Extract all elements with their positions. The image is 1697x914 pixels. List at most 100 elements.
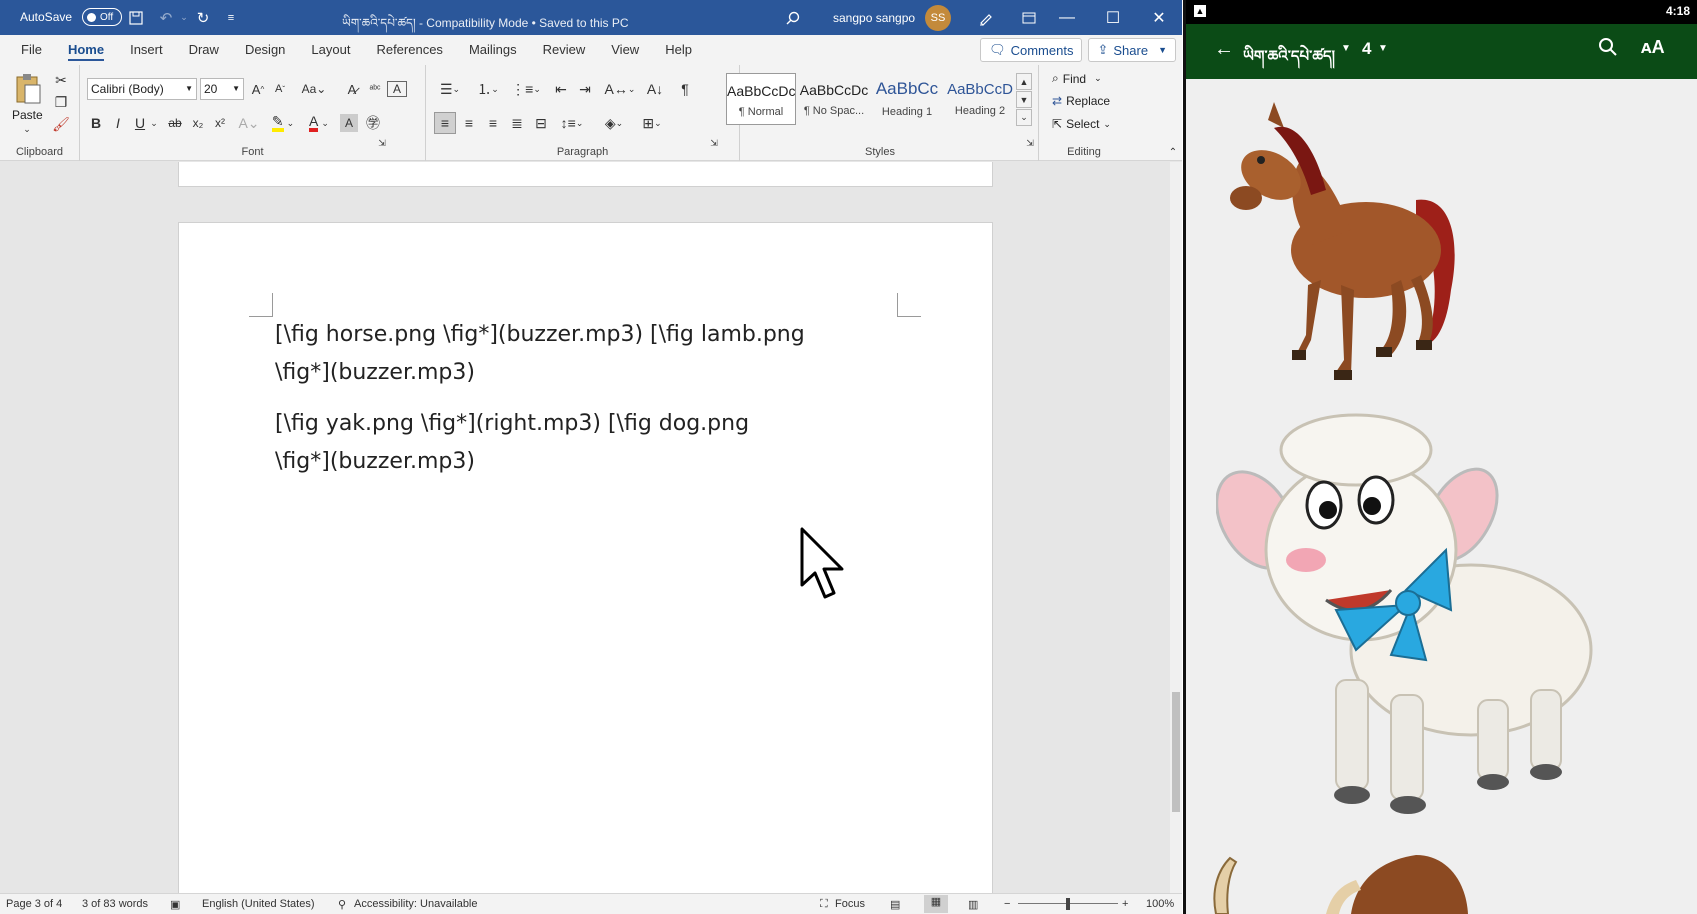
tab-help[interactable]: Help (652, 35, 705, 65)
back-arrow-icon[interactable]: ← (1214, 38, 1234, 61)
ribbon-display-icon[interactable] (1018, 0, 1040, 35)
lamb-picture[interactable] (1216, 410, 1596, 860)
focus-mode[interactable]: Focus (835, 898, 865, 910)
zoom-slider-thumb[interactable] (1066, 898, 1070, 910)
show-formatting-icon[interactable]: ¶ (674, 78, 696, 100)
grow-font-icon[interactable]: A ^ (248, 78, 268, 100)
clear-formatting-icon[interactable]: A̷ (342, 78, 362, 100)
paragraph-1[interactable]: [\fig horse.png \fig*](buzzer.mp3) [\fig… (275, 316, 835, 392)
collapse-ribbon-icon[interactable]: ⌃ (1166, 145, 1180, 159)
shrink-font-icon[interactable]: Aˇ (270, 78, 290, 100)
tab-file[interactable]: File (8, 35, 55, 65)
bold-icon[interactable]: B (86, 112, 106, 134)
tab-design[interactable]: Design (232, 35, 298, 65)
paint-bucket-icon[interactable]: ◈ ⌄ (598, 112, 630, 134)
align-left-icon[interactable]: ≡ (434, 112, 456, 134)
pen-icon[interactable] (975, 0, 997, 35)
character-border-icon[interactable]: A (387, 81, 407, 97)
style-heading-1[interactable]: AaBbCc Heading 1 (872, 73, 942, 125)
justify-icon[interactable]: ≣ (506, 112, 528, 134)
user-name[interactable]: sangpo sangpo (833, 11, 915, 25)
sort-icon[interactable]: A↓ (644, 78, 666, 100)
multilevel-list-icon[interactable]: ⋮≡ ⌄ (510, 78, 542, 100)
search-icon[interactable] (1598, 37, 1618, 60)
styles-down-icon[interactable]: ▼ (1016, 91, 1032, 108)
page-indicator[interactable]: Page 3 of 4 (6, 898, 62, 910)
zoom-in-icon[interactable]: + (1122, 898, 1128, 910)
increase-indent-icon[interactable]: ⇥ (574, 78, 596, 100)
subscript-icon[interactable]: x₂ (188, 112, 208, 134)
text-size-icon[interactable]: ᴀA (1641, 37, 1665, 58)
font-color-icon[interactable]: A ⌄ (304, 112, 334, 134)
paste-dropdown-icon[interactable]: ⌄ (20, 123, 34, 135)
document-page[interactable]: [\fig horse.png \fig*](buzzer.mp3) [\fig… (178, 222, 993, 893)
align-right-icon[interactable]: ≡ (482, 112, 504, 134)
paste-icon[interactable] (10, 71, 46, 107)
avatar[interactable]: SS (925, 5, 951, 31)
scroll-thumb[interactable] (1172, 692, 1180, 812)
web-layout-icon[interactable]: ▥ (968, 898, 978, 911)
bullets-icon[interactable]: ☰ ⌄ (434, 78, 466, 100)
save-icon[interactable] (125, 0, 147, 35)
maximize-icon[interactable]: ☐ (1090, 0, 1136, 35)
close-icon[interactable]: ✕ (1136, 0, 1182, 35)
share-button[interactable]: ⇪ Share ▼ (1088, 38, 1176, 62)
numbering-icon[interactable]: ⒈ ⌄ (472, 78, 504, 100)
print-layout-icon[interactable]: ▦ (924, 895, 948, 913)
language[interactable]: English (United States) (202, 898, 315, 910)
replace-button[interactable]: ⇄ Replace (1052, 94, 1110, 108)
book-title[interactable]: ཡིག་ཆའི་དཔེ་ཚད། (1243, 40, 1335, 82)
tab-view[interactable]: View (598, 35, 652, 65)
tab-insert[interactable]: Insert (117, 35, 176, 65)
styles-up-icon[interactable]: ▲ (1016, 73, 1032, 90)
shading-icon[interactable]: A (340, 114, 358, 132)
word-count[interactable]: 3 of 83 words (82, 898, 148, 910)
strikethrough-icon[interactable]: ab (164, 112, 186, 134)
chapter-dropdown-icon[interactable]: ▼ (1378, 43, 1388, 54)
paragraph-2[interactable]: [\fig yak.png \fig*](right.mp3) [\fig do… (275, 405, 835, 481)
read-mode-icon[interactable]: ▤ (890, 898, 900, 911)
text-effects-dropdown-icon[interactable]: A⌄ (236, 112, 262, 134)
redo-icon[interactable]: ↻ (192, 0, 214, 35)
proofing-icon[interactable]: ▣ (170, 898, 180, 911)
tab-references[interactable]: References (363, 35, 455, 65)
select-button[interactable]: ⇱ Select ⌄ (1052, 117, 1111, 131)
underline-icon[interactable]: U (130, 112, 150, 134)
minimize-icon[interactable]: — (1044, 0, 1090, 35)
autosave-toggle[interactable]: Off (82, 8, 122, 26)
style-normal[interactable]: AaBbCcDc ¶ Normal (726, 73, 796, 125)
tab-draw[interactable]: Draw (176, 35, 232, 65)
change-case-icon[interactable]: Aa⌄ (300, 78, 328, 100)
line-spacing-icon[interactable]: ↕≡ ⌄ (556, 112, 588, 134)
paste-label[interactable]: Paste (12, 108, 43, 122)
cut-icon[interactable]: ✂ (52, 71, 70, 89)
undo-icon[interactable]: ↶ (155, 0, 177, 35)
yak-picture[interactable] (1206, 850, 1506, 914)
undo-dropdown-icon[interactable]: ⌄ (178, 0, 190, 35)
vertical-scrollbar[interactable] (1170, 162, 1182, 893)
tab-review[interactable]: Review (530, 35, 599, 65)
underline-dropdown-icon[interactable]: ⌄ (148, 112, 160, 134)
italic-icon[interactable]: I (108, 112, 128, 134)
format-painter-icon[interactable]: 🖌 (52, 115, 70, 133)
font-name-box[interactable]: Calibri (Body) ▼ (87, 78, 197, 100)
comments-button[interactable]: 🗨 Comments (980, 38, 1083, 62)
search-icon[interactable] (780, 0, 806, 35)
styles-more-icon[interactable]: ⌄ (1016, 109, 1032, 126)
tab-home[interactable]: Home (55, 35, 117, 65)
distributed-icon[interactable]: ⊟ (530, 112, 552, 134)
enclose-characters-icon[interactable]: ㊫ (363, 112, 383, 134)
accessibility-status[interactable]: Accessibility: Unavailable (354, 898, 478, 910)
book-dropdown-icon[interactable]: ▼ (1341, 43, 1351, 54)
decrease-indent-icon[interactable]: ⇤ (550, 78, 572, 100)
horse-picture[interactable] (1216, 100, 1476, 410)
find-button[interactable]: ⌕ Find ⌄ (1052, 71, 1102, 86)
zoom-out-icon[interactable]: − (1004, 898, 1010, 910)
copy-icon[interactable]: ❐ (52, 93, 70, 111)
tab-mailings[interactable]: Mailings (456, 35, 530, 65)
borders-icon[interactable]: ⊞ ⌄ (636, 112, 668, 134)
text-direction-icon[interactable]: A↔ ⌄ (604, 78, 636, 100)
zoom-level[interactable]: 100% (1146, 898, 1174, 910)
style-heading-2[interactable]: AaBbCcD Heading 2 (945, 73, 1015, 125)
style-no-spacing[interactable]: AaBbCcDc ¶ No Spac... (799, 73, 869, 125)
